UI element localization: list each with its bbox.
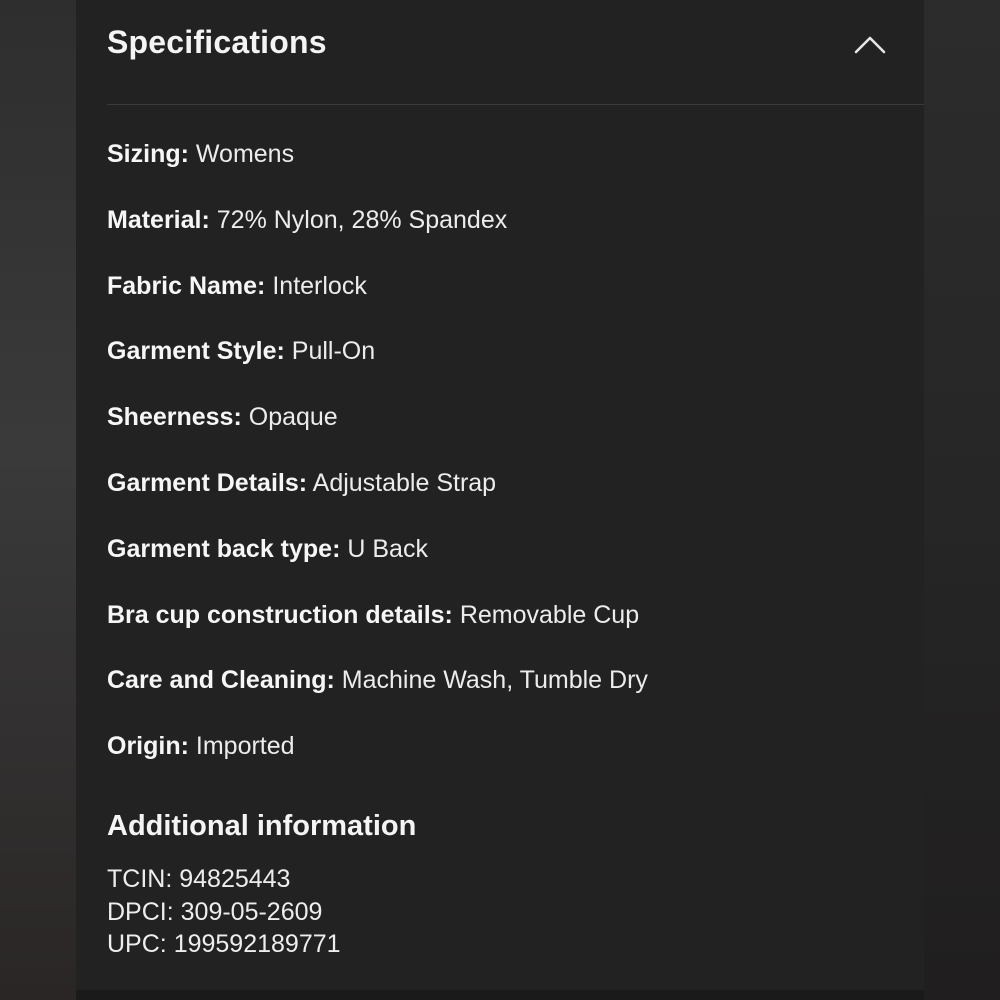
spec-care-and-cleaning: Care and Cleaning: Machine Wash, Tumble … — [107, 663, 648, 729]
id-label: UPC: — [107, 930, 167, 958]
spec-value: 72% Nylon, 28% Spandex — [216, 205, 508, 234]
spec-value: Machine Wash, Tumble Dry — [341, 666, 648, 695]
spec-value: Adjustable Strap — [312, 468, 497, 497]
id-value: 309-05-2609 — [180, 897, 323, 926]
spec-value: U Back — [347, 534, 428, 563]
spec-label: Fabric Name: — [107, 271, 266, 300]
chevron-up-icon — [854, 36, 886, 54]
id-label: TCIN: — [107, 865, 173, 893]
background-right — [924, 0, 1000, 1000]
spec-label: Care and Cleaning: — [107, 666, 335, 695]
spec-value: Womens — [195, 140, 295, 168]
spec-label: Garment Style: — [107, 337, 285, 366]
spec-garment-style: Garment Style: Pull-On — [107, 334, 648, 400]
spec-label: Sizing: — [107, 140, 189, 168]
spec-value: Opaque — [248, 403, 338, 432]
spec-label: Bra cup construction details: — [107, 600, 453, 629]
id-upc: UPC: 199592189771 — [107, 928, 341, 961]
id-tcin: TCIN: 94825443 — [107, 863, 341, 896]
spec-value: Interlock — [272, 271, 367, 300]
id-dpci: DPCI: 309-05-2609 — [107, 896, 341, 929]
background-left — [0, 0, 76, 1000]
spec-origin: Origin: Imported — [107, 729, 648, 795]
specifications-header[interactable]: Specifications — [76, 0, 924, 105]
additional-information-title: Additional information — [107, 810, 417, 842]
spec-fabric-name: Fabric Name: Interlock — [107, 269, 648, 335]
spec-label: Origin: — [107, 732, 189, 761]
specifications-list: Sizing: Womens Material: 72% Nylon, 28% … — [107, 137, 648, 795]
id-value: 199592189771 — [173, 930, 341, 958]
spec-sheerness: Sheerness: Opaque — [107, 400, 648, 466]
id-label: DPCI: — [107, 897, 174, 926]
specifications-title: Specifications — [107, 24, 327, 60]
spec-garment-back-type: Garment back type: U Back — [107, 532, 648, 598]
spec-sizing: Sizing: Womens — [107, 137, 648, 203]
spec-material: Material: 72% Nylon, 28% Spandex — [107, 203, 648, 269]
collapse-toggle-button[interactable] — [850, 28, 890, 62]
spec-value: Removable Cup — [459, 600, 640, 629]
specifications-panel: Specifications Sizing: Womens Material: … — [76, 0, 924, 1000]
spec-label: Garment back type: — [107, 534, 341, 563]
id-value: 94825443 — [179, 865, 291, 893]
spec-bra-cup-construction: Bra cup construction details: Removable … — [107, 598, 648, 664]
spec-garment-details: Garment Details: Adjustable Strap — [107, 466, 648, 532]
additional-information-list: TCIN: 94825443 DPCI: 309-05-2609 UPC: 19… — [107, 863, 341, 961]
header-divider — [107, 104, 924, 105]
spec-label: Sheerness: — [107, 403, 242, 432]
panel-bottom-edge — [76, 990, 924, 1000]
spec-label: Material: — [107, 205, 210, 234]
spec-label: Garment Details: — [107, 468, 308, 497]
spec-value: Imported — [195, 732, 295, 761]
spec-value: Pull-On — [291, 337, 376, 366]
